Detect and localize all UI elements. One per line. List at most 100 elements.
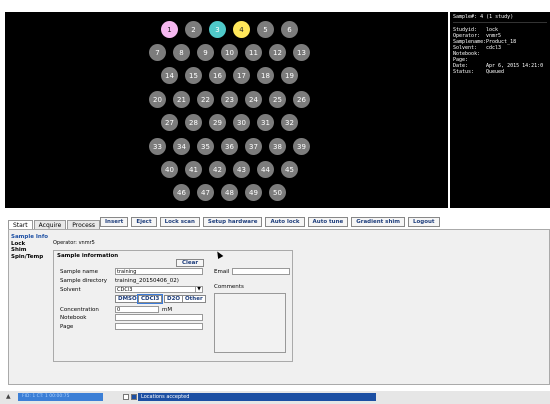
sample-slot[interactable]: 13 [293, 44, 310, 61]
concentration-label: Concentration [60, 307, 99, 313]
status-indicator [131, 394, 137, 400]
sample-slot[interactable]: 24 [245, 91, 262, 108]
side-nav: Sample Info Lock Shim Spin/Temp [11, 234, 49, 260]
sample-slot[interactable]: 15 [185, 67, 202, 84]
clear-button[interactable]: Clear [176, 259, 205, 267]
setup-hardware-button[interactable]: Setup hardware [202, 217, 263, 227]
chevron-down-icon: ▼ [195, 287, 202, 292]
sample-info-key: Status: [453, 69, 475, 75]
sample-slot[interactable]: 38 [269, 138, 286, 155]
sample-slot[interactable]: 19 [281, 67, 298, 84]
sample-slot[interactable]: 50 [269, 184, 286, 201]
sample-name-label: Sample name [60, 269, 98, 275]
status-bar: ▲ FID: 1 CT: 1 00:00:75 Locations accept… [0, 391, 550, 404]
warning-icon: ▲ [6, 393, 11, 400]
lock-scan-button[interactable]: Lock scan [159, 217, 200, 227]
sidenav-item-sample-info[interactable]: Sample Info [11, 234, 49, 241]
auto-tune-button[interactable]: Auto tune [307, 217, 349, 227]
sample-slot[interactable]: 48 [221, 184, 238, 201]
sample-slot[interactable]: 18 [257, 67, 274, 84]
solvent-other-button[interactable]: Other [182, 295, 206, 303]
sample-slot[interactable]: 31 [257, 114, 274, 131]
tab-start[interactable]: Start [8, 220, 33, 229]
concentration-input[interactable]: 0 [115, 306, 159, 313]
sample-slot[interactable]: 21 [173, 91, 190, 108]
sample-slot[interactable]: 6 [281, 21, 298, 38]
sample-slot[interactable]: 27 [161, 114, 178, 131]
sample-slot[interactable]: 12 [269, 44, 286, 61]
solvent-label: Solvent [60, 287, 81, 293]
logout-button[interactable]: Logout [408, 217, 440, 227]
sample-directory-value: training_20150406_02) [115, 278, 179, 284]
page-input[interactable] [115, 323, 203, 330]
sample-information-group: Sample information Clear Sample name tra… [53, 250, 293, 362]
sample-slot[interactable]: 25 [269, 91, 286, 108]
sample-slot[interactable]: 11 [245, 44, 262, 61]
email-input[interactable] [232, 268, 290, 275]
sample-slot[interactable]: 10 [221, 44, 238, 61]
status-checkbox[interactable] [123, 394, 129, 400]
sample-slot[interactable]: 28 [185, 114, 202, 131]
sample-slot[interactable]: 4 [233, 21, 250, 38]
solvent-dmso-button[interactable]: DMSO [115, 295, 140, 303]
comments-label: Comments [214, 284, 244, 290]
sample-slot[interactable]: 30 [233, 114, 250, 131]
sample-slot[interactable]: 40 [161, 161, 178, 178]
sample-slot[interactable]: 49 [245, 184, 262, 201]
sample-name-input[interactable]: training [115, 268, 203, 275]
sample-slot[interactable]: 44 [257, 161, 274, 178]
sample-slot[interactable]: 37 [245, 138, 262, 155]
email-label: Email [214, 269, 230, 275]
gradient-shim-button[interactable]: Gradient shim [351, 217, 405, 227]
sample-slot[interactable]: 2 [185, 21, 202, 38]
sample-slot[interactable]: 47 [197, 184, 214, 201]
sample-slot[interactable]: 35 [197, 138, 214, 155]
sample-slot[interactable]: 5 [257, 21, 274, 38]
sample-slot[interactable]: 9 [197, 44, 214, 61]
insert-button[interactable]: Insert [100, 217, 129, 227]
solvent-cdcl3-button[interactable]: CDCl3 [136, 294, 164, 304]
sample-slot[interactable]: 26 [293, 91, 310, 108]
sample-slot[interactable]: 46 [173, 184, 190, 201]
sample-slot[interactable]: 8 [173, 44, 190, 61]
sample-slot[interactable]: 34 [173, 138, 190, 155]
comments-textarea[interactable] [214, 293, 286, 353]
sample-slot[interactable]: 33 [149, 138, 166, 155]
sample-slot[interactable]: 41 [185, 161, 202, 178]
tab-acquire[interactable]: Acquire [33, 220, 67, 229]
sample-slot[interactable]: 20 [149, 91, 166, 108]
notebook-label: Notebook [60, 315, 87, 321]
sample-information-legend: Sample information [57, 253, 119, 259]
sample-slot[interactable]: 7 [149, 44, 166, 61]
sample-slot[interactable]: 1 [161, 21, 178, 38]
sample-slot[interactable]: 22 [197, 91, 214, 108]
sample-slot[interactable]: 42 [209, 161, 226, 178]
tab-process[interactable]: Process [67, 220, 101, 229]
operator-label: Operator: vnmr5 [53, 240, 95, 246]
sample-slot[interactable]: 16 [209, 67, 226, 84]
sample-info-title: Sample#: 4 (1 study) [453, 14, 547, 23]
solvent-d2o-button[interactable]: D2O [164, 295, 184, 303]
sample-slot[interactable]: 32 [281, 114, 298, 131]
sample-tray: 1 2 3 4 5 6 7 8 9 10 11 12 13 14 15 16 17 18 19 20 21 22 23 24 2… [5, 12, 448, 208]
sample-slot[interactable]: 17 [233, 67, 250, 84]
sample-slot[interactable]: 43 [233, 161, 250, 178]
sample-slot[interactable]: 36 [221, 138, 238, 155]
sample-slot[interactable]: 29 [209, 114, 226, 131]
eject-button[interactable]: Eject [131, 217, 157, 227]
sample-info-value: cdcl3 [486, 45, 502, 51]
notebook-input[interactable] [115, 314, 203, 321]
sample-slot[interactable]: 23 [221, 91, 238, 108]
toolbar: Insert Eject Lock scan Setup hardware Au… [100, 217, 443, 227]
solvent-select[interactable]: CDCl3 ▼ [115, 286, 203, 293]
main-panel: Sample Info Lock Shim Spin/Temp Operator… [8, 229, 550, 385]
sample-directory-label: Sample directory [60, 278, 107, 284]
sample-slot[interactable]: 3 [209, 21, 226, 38]
sample-info-row: Status: Queued [453, 69, 547, 75]
auto-lock-button[interactable]: Auto lock [265, 217, 305, 227]
sample-slot[interactable]: 14 [161, 67, 178, 84]
sample-info-value: Queued [486, 69, 505, 75]
sidenav-item-spin-temp[interactable]: Spin/Temp [11, 254, 49, 261]
sample-slot[interactable]: 39 [293, 138, 310, 155]
sample-slot[interactable]: 45 [281, 161, 298, 178]
